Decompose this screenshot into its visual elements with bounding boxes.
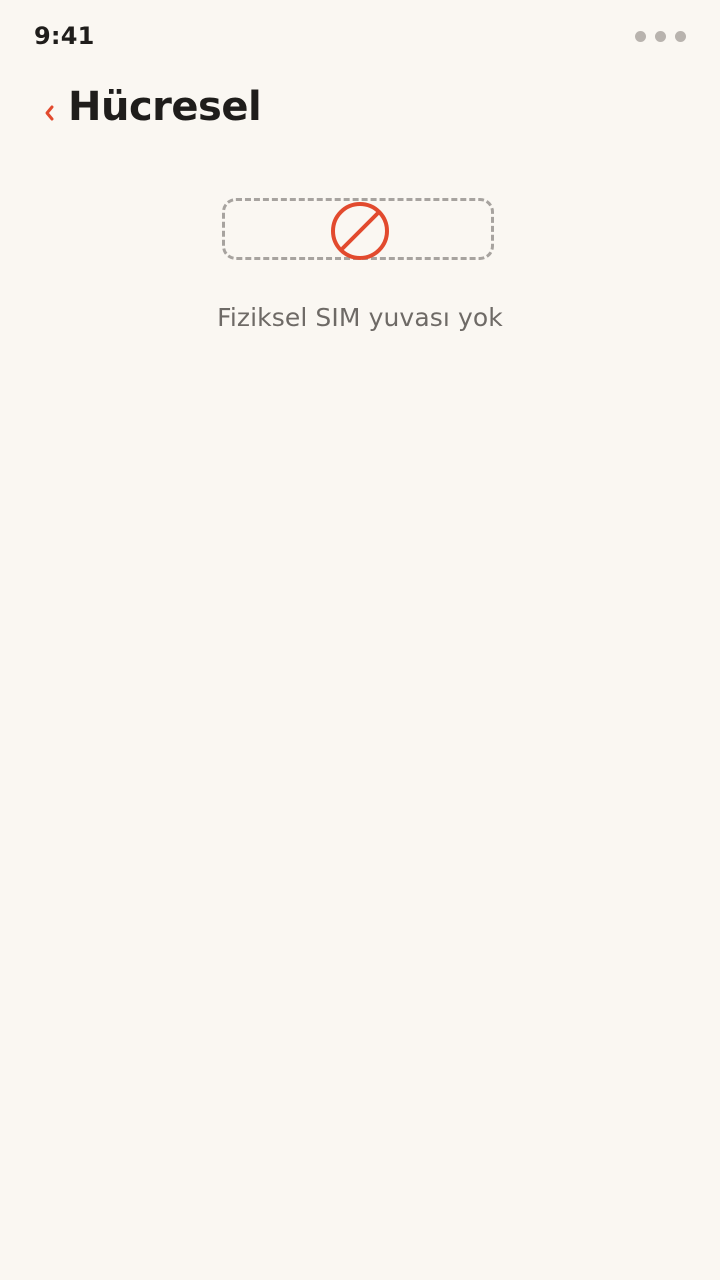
status-time: 9:41 <box>34 22 95 50</box>
cellular-screen: 9:41 Hücresel Fiziksel SIM yuvası yok <box>0 0 720 1280</box>
page-title: Hücresel <box>68 84 262 130</box>
dot-2 <box>655 31 666 42</box>
no-sim-message: Fiziksel SIM yuvası yok <box>217 303 503 332</box>
dot-3 <box>675 31 686 42</box>
chevron-left-icon <box>45 105 54 121</box>
back-button[interactable] <box>34 96 66 130</box>
page-header: Hücresel <box>0 80 720 146</box>
dot-1 <box>635 31 646 42</box>
prohibited-icon <box>331 202 389 260</box>
status-bar: 9:41 <box>0 0 720 74</box>
more-dots-icon[interactable] <box>635 31 686 42</box>
